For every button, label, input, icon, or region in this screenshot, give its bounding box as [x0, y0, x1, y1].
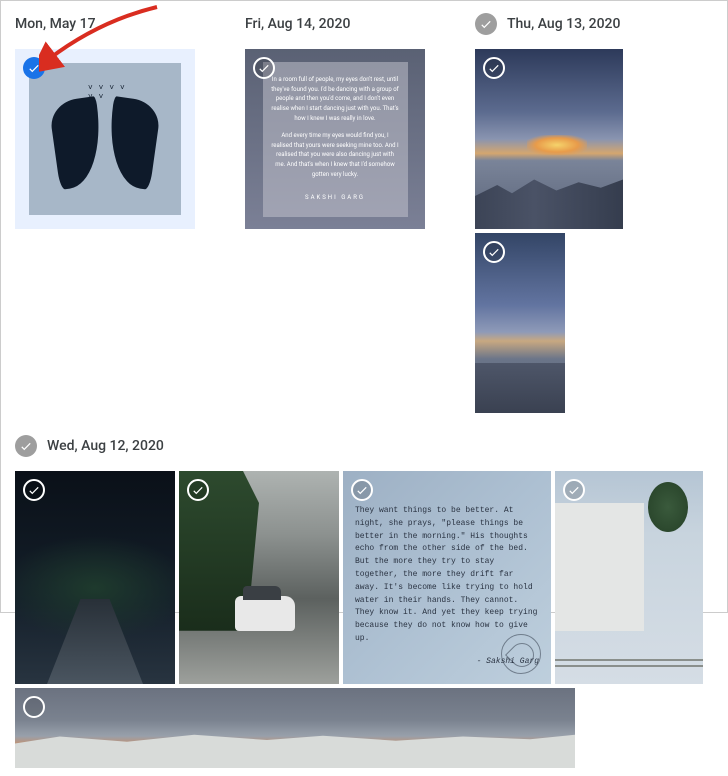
select-all-icon[interactable]	[475, 13, 497, 35]
select-all-icon[interactable]	[15, 435, 37, 457]
check-icon[interactable]	[563, 479, 585, 501]
check-icon[interactable]	[23, 479, 45, 501]
photo-night-road[interactable]	[15, 471, 175, 684]
photo-quote1[interactable]: In a room full of people, my eyes don't …	[245, 49, 425, 229]
date-group-aug14: Fri, Aug 14, 2020 In a room full of peop…	[245, 9, 425, 413]
date-label[interactable]: Thu, Aug 13, 2020	[507, 16, 620, 32]
quote-text: In a room full of people, my eyes don't …	[271, 75, 400, 123]
quote-text: They want things to be better. At night,…	[355, 505, 539, 646]
date-label[interactable]: Wed, Aug 12, 2020	[47, 438, 164, 454]
photo-wide-sunset[interactable]	[15, 688, 575, 768]
photo-building[interactable]	[555, 471, 703, 684]
date-label[interactable]: Fri, Aug 14, 2020	[245, 16, 350, 32]
check-icon[interactable]	[23, 57, 45, 79]
check-icon[interactable]	[253, 57, 275, 79]
date-label[interactable]: Mon, May 17	[15, 16, 96, 32]
date-group-may17: Mon, May 17 ˅ ˅ ˅ ˅˅ ˅	[15, 9, 195, 413]
quote-text: And every time my eyes would find you, I…	[271, 131, 400, 179]
check-icon[interactable]	[483, 57, 505, 79]
check-icon[interactable]	[483, 241, 505, 263]
check-icon[interactable]	[351, 479, 373, 501]
photo-quote2[interactable]: They want things to be better. At night,…	[343, 471, 551, 684]
flower-icon	[501, 634, 541, 674]
check-icon[interactable]	[187, 479, 209, 501]
date-group-aug12: Wed, Aug 12, 2020 They want things to be…	[15, 431, 713, 768]
date-group-aug13: Thu, Aug 13, 2020	[475, 9, 713, 413]
quote-author: SAKSHI GARG	[271, 193, 400, 203]
photo-wings[interactable]: ˅ ˅ ˅ ˅˅ ˅	[15, 49, 195, 229]
photo-street-car[interactable]	[179, 471, 339, 684]
photo-sky-sunset[interactable]	[475, 49, 623, 229]
check-icon[interactable]	[23, 696, 45, 718]
photo-sky-evening[interactable]	[475, 233, 565, 413]
